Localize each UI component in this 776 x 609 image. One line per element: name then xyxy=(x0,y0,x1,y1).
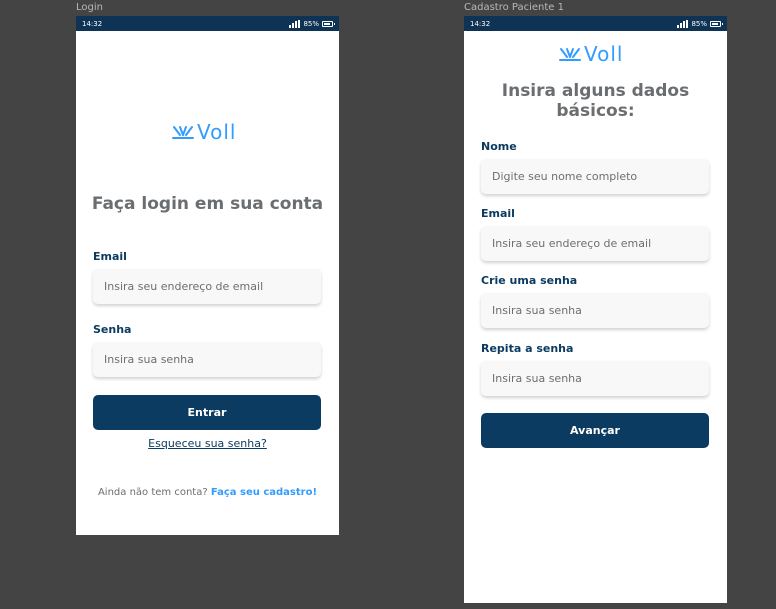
password-label: Senha xyxy=(93,323,132,336)
login-screen: 14:32 85% Voll Faça login em sua conta E… xyxy=(76,16,339,535)
page-title: Faça login em sua conta xyxy=(91,194,324,214)
status-time: 14:32 xyxy=(470,19,491,28)
voll-logo-icon xyxy=(172,126,194,139)
frame-label-login: Login xyxy=(76,2,103,13)
signal-icon xyxy=(677,19,689,28)
forgot-password-link[interactable]: Esqueceu sua senha? xyxy=(148,437,267,450)
signal-icon xyxy=(289,19,301,28)
signup-prompt: Ainda não tem conta? xyxy=(97,487,208,498)
name-label: Nome xyxy=(481,140,517,153)
email-label: Email xyxy=(481,207,515,220)
brand-name: Voll xyxy=(197,120,237,144)
password-input[interactable]: Insira sua senha xyxy=(481,293,709,328)
password-input[interactable]: Insira sua senha xyxy=(93,342,321,377)
status-bar: 14:32 85% xyxy=(76,16,339,31)
voll-logo-icon xyxy=(559,48,581,61)
page-title: Insira alguns dados básicos: xyxy=(464,81,727,121)
register-screen: 14:32 85% Voll Insira alguns dados básic… xyxy=(464,16,727,603)
status-bar: 14:32 85% xyxy=(464,16,727,31)
name-input[interactable]: Digite seu nome completo xyxy=(481,159,709,194)
login-button[interactable]: Entrar xyxy=(93,395,321,430)
signup-link[interactable]: Faça seu cadastro! xyxy=(211,487,317,498)
email-input[interactable]: Insira seu endereço de email xyxy=(481,226,709,261)
repeat-password-input[interactable]: Insira sua senha xyxy=(481,361,709,396)
signup-prompt-row: Ainda não tem conta? Faça seu cadastro! xyxy=(76,487,339,498)
email-label: Email xyxy=(93,250,127,263)
page-title-line1: Insira alguns dados xyxy=(501,81,690,101)
password-label: Crie uma senha xyxy=(481,274,578,287)
page-title-line2: básicos: xyxy=(556,101,635,121)
battery-percent: 85% xyxy=(303,19,319,28)
status-time: 14:32 xyxy=(82,19,103,28)
voll-logo: Voll xyxy=(171,120,236,144)
battery-icon xyxy=(710,20,723,27)
voll-logo: Voll xyxy=(558,42,623,66)
battery-percent: 85% xyxy=(691,19,707,28)
frame-label-register: Cadastro Paciente 1 xyxy=(464,2,564,13)
brand-name: Voll xyxy=(584,42,624,66)
next-button[interactable]: Avançar xyxy=(481,413,709,448)
email-input[interactable]: Insira seu endereço de email xyxy=(93,269,321,304)
repeat-password-label: Repita a senha xyxy=(481,342,574,355)
battery-icon xyxy=(322,20,335,27)
